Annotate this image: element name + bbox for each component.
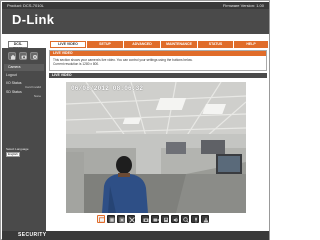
- microphone-icon[interactable]: [191, 215, 199, 223]
- record-icon[interactable]: [151, 215, 159, 223]
- video-timestamp: 06/08/2012 08:06:32: [71, 85, 144, 92]
- main-navigation: DCS-7010L LIVE VIDEO SETUP ADVANCED MAIN…: [2, 41, 269, 51]
- home-icon[interactable]: [8, 52, 16, 60]
- main-content: LIVE VIDEO This section shows your camer…: [47, 48, 269, 231]
- camera-web-ui: Product: DCS-7010L Firmware Version: 1.0…: [0, 0, 270, 240]
- stream-icon[interactable]: [97, 215, 105, 223]
- sidebar-item-camera[interactable]: Camera: [4, 64, 44, 71]
- tab-help[interactable]: HELP: [234, 41, 268, 48]
- alarm-icon[interactable]: [201, 215, 209, 223]
- product-label: Product: DCS-7010L: [7, 3, 44, 8]
- video-control-bar: [97, 215, 217, 225]
- header-banner: D-Link: [2, 9, 269, 34]
- tab-setup[interactable]: SETUP: [87, 41, 123, 48]
- language-select[interactable]: English: [6, 152, 20, 157]
- tab-live-video[interactable]: LIVE VIDEO: [50, 41, 86, 48]
- io-status-value: Card Invalid: [24, 85, 41, 89]
- model-label: DCS-7010L: [8, 41, 28, 51]
- fullscreen-icon[interactable]: [127, 215, 135, 223]
- sidebar: Camera Logout I/O Status Card Invalid SD…: [2, 48, 46, 231]
- footer-security-label: SECURITY: [18, 232, 47, 238]
- video-scene-image: [66, 82, 246, 213]
- snapshot-icon[interactable]: [141, 215, 149, 223]
- live-video-panel-title: LIVE VIDEO: [49, 73, 267, 78]
- settings-icon[interactable]: [30, 52, 38, 60]
- sidebar-item-logout[interactable]: Logout: [4, 73, 44, 78]
- zoom-out-icon[interactable]: [117, 215, 125, 223]
- mute-icon[interactable]: [181, 215, 189, 223]
- footer-bar: SECURITY: [2, 231, 269, 240]
- dlink-logo: D-Link: [12, 12, 55, 27]
- tab-advanced[interactable]: ADVANCED: [124, 41, 160, 48]
- tab-status[interactable]: STATUS: [198, 41, 233, 48]
- language-select-label: Select Language: [6, 147, 29, 151]
- zoom-in-icon[interactable]: [107, 215, 115, 223]
- tab-maintenance[interactable]: MAINTENANCE: [161, 41, 197, 48]
- live-video-info-panel: LIVE VIDEO This section shows your camer…: [49, 50, 267, 71]
- storage-icon[interactable]: [161, 215, 169, 223]
- firmware-label: Firmware Version: 1.00: [222, 3, 264, 8]
- top-info-bar: Product: DCS-7010L Firmware Version: 1.0…: [2, 2, 269, 9]
- resolution-text: Current resolution is 1280 x 800.: [53, 62, 100, 66]
- info-panel-title: LIVE VIDEO: [50, 51, 266, 56]
- speaker-icon[interactable]: [171, 215, 179, 223]
- live-video-feed[interactable]: 06/08/2012 08:06:32: [66, 82, 246, 213]
- sd-status-value: None: [33, 94, 41, 98]
- camera-icon[interactable]: [19, 52, 27, 60]
- sidebar-icon-row: [8, 52, 40, 62]
